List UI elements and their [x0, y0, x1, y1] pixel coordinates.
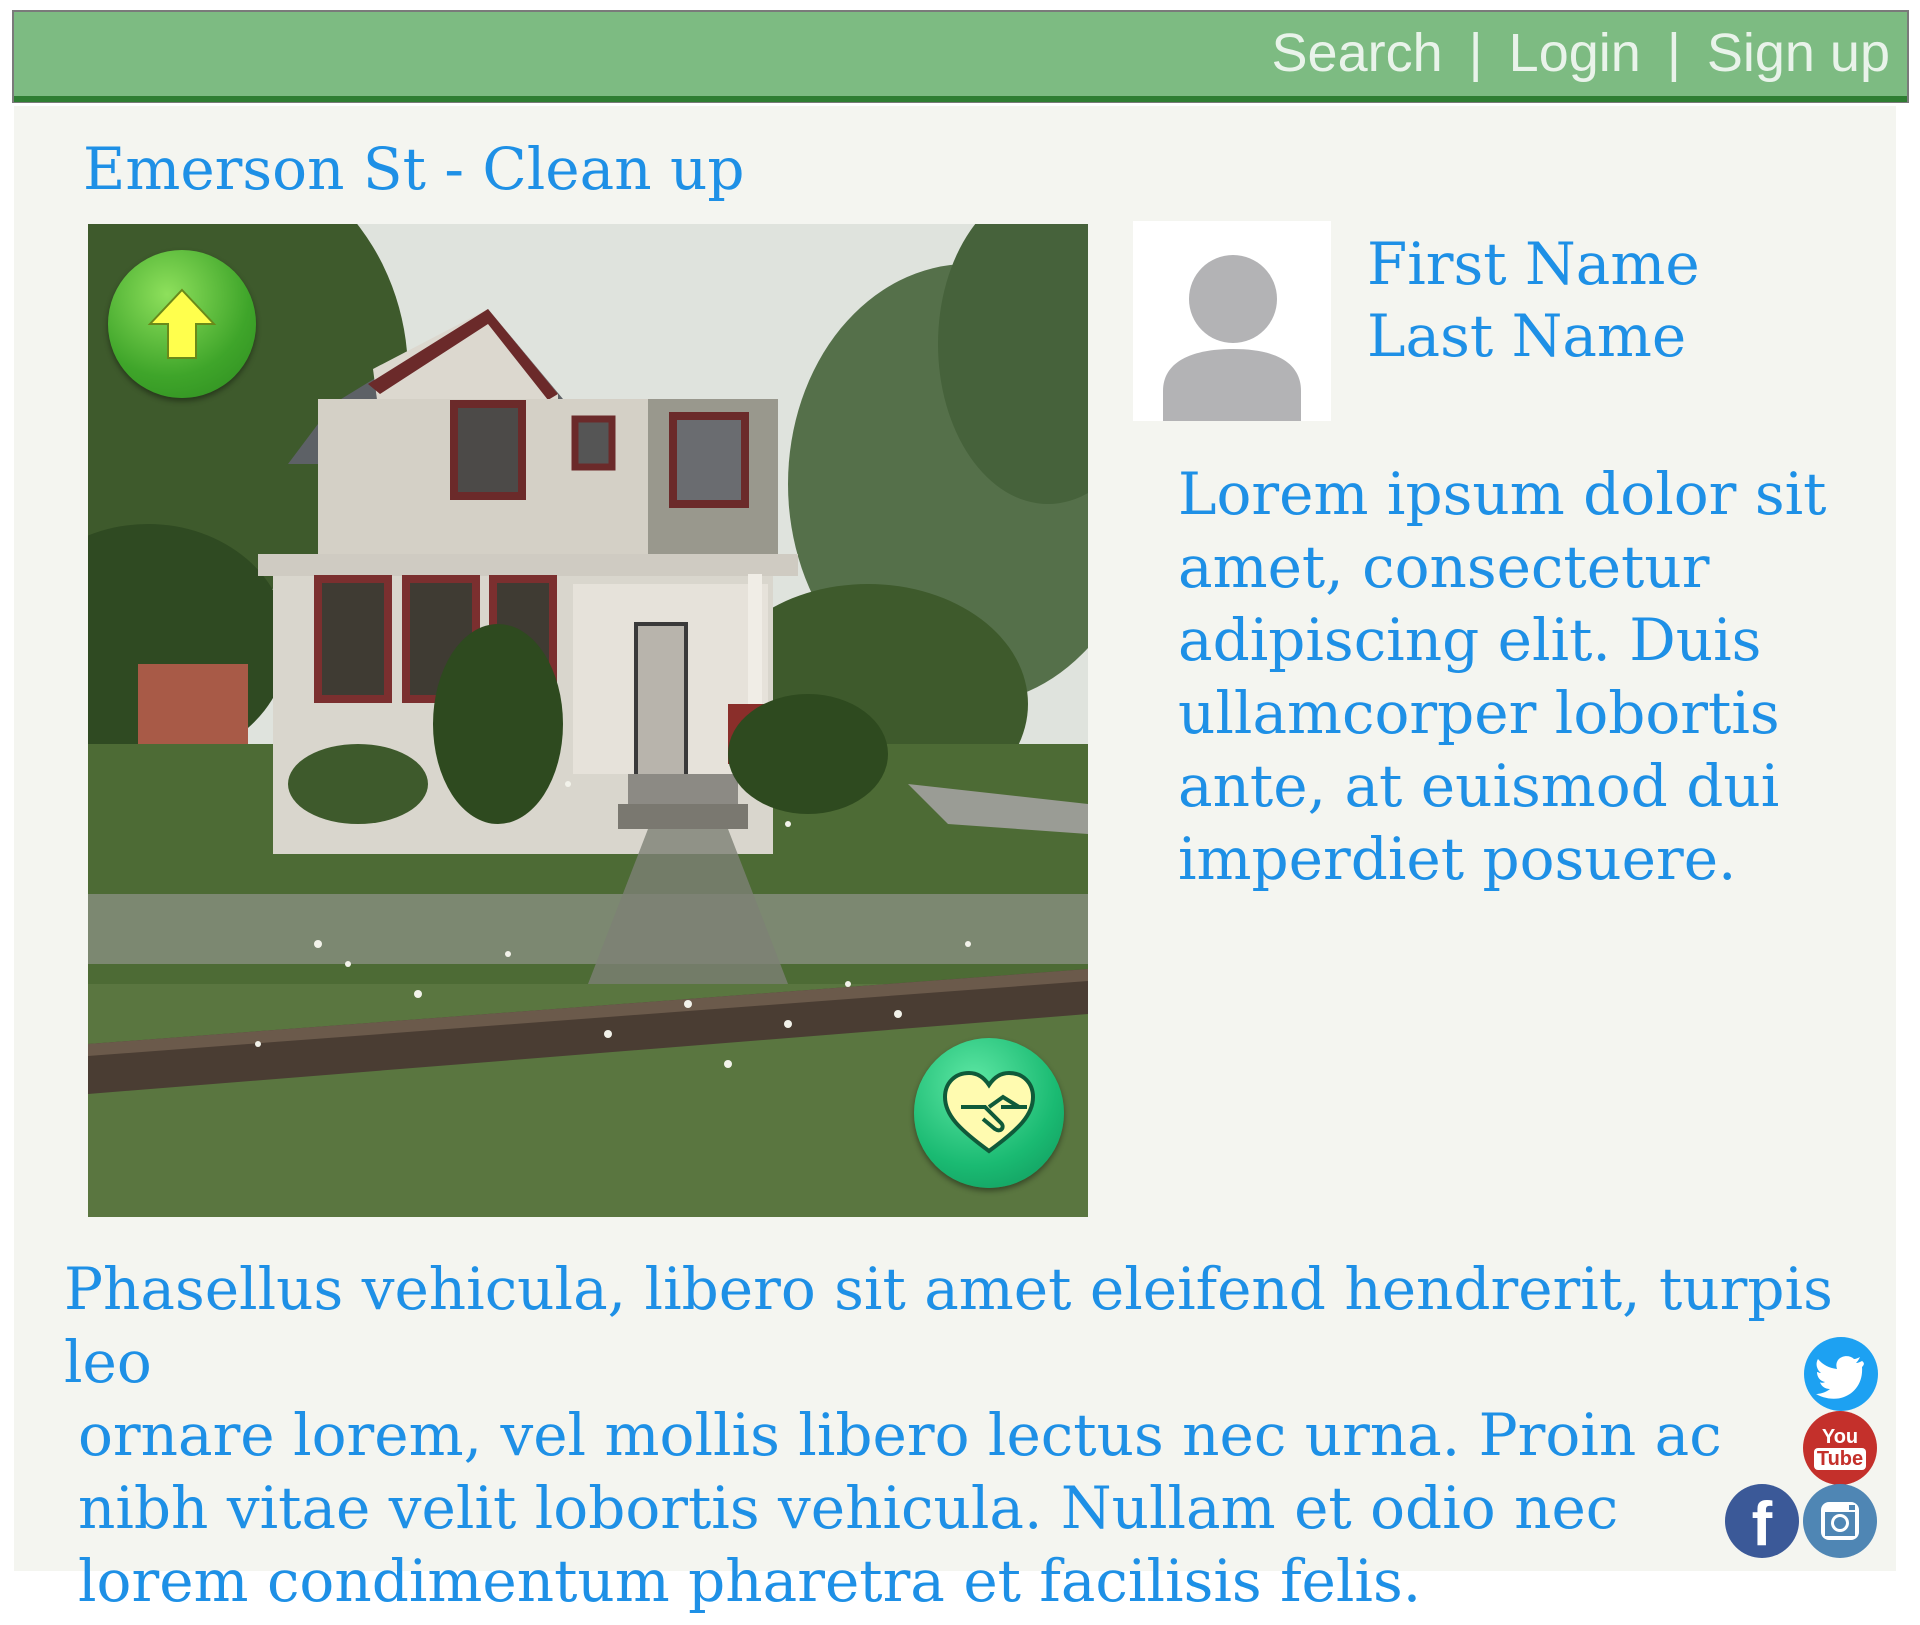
instagram-link[interactable] — [1803, 1484, 1877, 1558]
project-details-text: Phasellus vehicula, libero sit amet elei… — [64, 1253, 1864, 1618]
youtube-icon: You Tube — [1803, 1411, 1877, 1485]
last-name: Last Name — [1367, 302, 1687, 370]
heart-handshake-icon — [942, 1070, 1036, 1154]
page-title: Emerson St - Clean up — [83, 135, 745, 203]
top-nav-links: Search | Login | Sign up — [1272, 18, 1890, 88]
youtube-link[interactable]: You Tube — [1803, 1411, 1877, 1485]
search-link[interactable]: Search — [1272, 22, 1443, 84]
youtube-text-you: You — [1821, 1426, 1859, 1448]
details-line-1: Phasellus vehicula, libero sit amet elei… — [64, 1255, 1833, 1396]
youtube-text-tube: Tube — [1813, 1448, 1867, 1470]
upvote-button[interactable] — [108, 250, 256, 398]
first-name: First Name — [1367, 230, 1700, 298]
profile-name: First Name Last Name — [1367, 228, 1700, 372]
topbar-divider — [14, 96, 1907, 102]
user-silhouette-icon — [1163, 255, 1301, 421]
project-description: Lorem ipsum dolor sit amet, consectetur … — [1178, 460, 1827, 893]
facebook-letter: f — [1751, 1490, 1773, 1558]
facebook-link[interactable]: f — [1725, 1484, 1799, 1558]
nav-separator: | — [1666, 23, 1681, 83]
join-volunteer-button[interactable] — [914, 1038, 1064, 1188]
avatar — [1133, 221, 1331, 421]
login-link[interactable]: Login — [1509, 22, 1641, 84]
twitter-icon — [1816, 1356, 1864, 1399]
up-arrow-icon — [147, 288, 217, 359]
nav-separator: | — [1468, 23, 1483, 83]
twitter-link[interactable] — [1804, 1337, 1878, 1411]
instagram-icon — [1821, 1502, 1859, 1540]
signup-link[interactable]: Sign up — [1707, 22, 1890, 84]
facebook-icon: f — [1725, 1484, 1799, 1558]
details-rest: ornare lorem, vel mollis libero lectus n… — [78, 1401, 1722, 1615]
